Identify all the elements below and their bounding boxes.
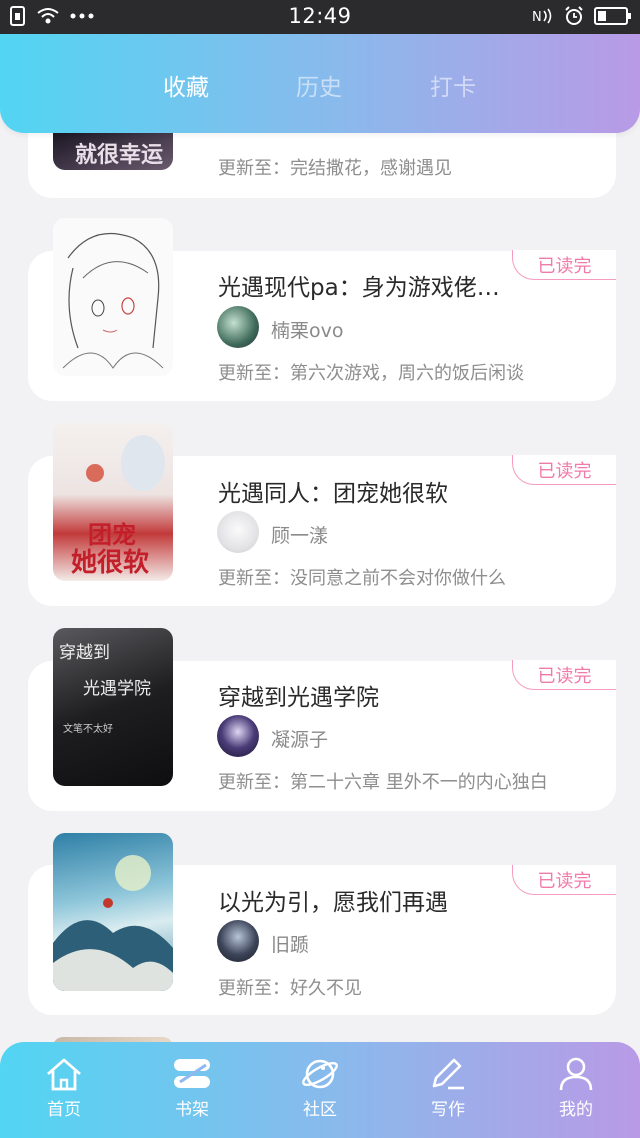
nav-label: 社区	[303, 1100, 337, 1120]
tab-history[interactable]: 历史	[296, 68, 342, 102]
top-tab-bar: 收藏 历史 打卡	[0, 32, 640, 133]
user-icon	[536, 1056, 616, 1092]
nav-write[interactable]: 写作	[408, 1056, 488, 1120]
book-cover[interactable]: 穿越到 光遇学院 文笔不太好	[53, 628, 173, 786]
cover-title-line2: 光遇学院	[83, 679, 151, 699]
author-name[interactable]: 凝源子	[271, 725, 328, 752]
nav-bookshelf[interactable]: 书架	[152, 1056, 232, 1120]
update-text: 更新至：没同意之前不会对你做什么	[218, 568, 506, 589]
nav-community[interactable]: 社区	[280, 1056, 360, 1120]
nav-label: 书架	[175, 1100, 209, 1120]
book-title[interactable]: 穿越到光遇学院	[218, 678, 379, 712]
tab-favorites[interactable]: 收藏	[163, 68, 209, 102]
read-complete-badge: 已读完	[512, 865, 616, 895]
author-avatar[interactable]	[217, 715, 259, 757]
nav-label: 首页	[47, 1100, 81, 1120]
bottom-navigation: 首页 书架 社区 写作 我的	[0, 1042, 640, 1138]
cover-subtitle: 文笔不太好	[63, 722, 113, 735]
update-text: 更新至：第六次游戏，周六的饭后闲谈	[218, 363, 524, 384]
nfc-icon: N	[532, 6, 554, 26]
pen-icon	[408, 1056, 488, 1092]
battery-icon	[594, 7, 632, 25]
book-title[interactable]: 光遇同人：团宠她很软	[218, 474, 448, 508]
update-text: 更新至：好久不见	[218, 978, 362, 999]
cover-title-line1: 团宠	[88, 520, 136, 549]
home-icon	[24, 1056, 104, 1092]
nav-me[interactable]: 我的	[536, 1056, 616, 1120]
cover-title-line2: 她很软	[71, 548, 149, 578]
nav-home[interactable]: 首页	[24, 1056, 104, 1120]
author-name[interactable]: 顾一漾	[271, 521, 328, 548]
update-text: 更新至：第二十六章 里外不一的内心独白	[218, 772, 548, 793]
read-complete-badge: 已读完	[512, 250, 616, 280]
alarm-icon	[564, 6, 584, 26]
read-complete-badge: 已读完	[512, 455, 616, 485]
author-avatar[interactable]	[217, 306, 259, 348]
book-cover[interactable]	[53, 833, 173, 991]
status-bar: 12:49 N	[0, 0, 640, 34]
read-complete-badge: 已读完	[512, 660, 616, 690]
book-title[interactable]: 光遇现代pa：身为游戏佬…	[218, 268, 500, 302]
nav-label: 我的	[559, 1100, 593, 1120]
svg-text:N: N	[532, 10, 542, 25]
update-text: 更新至：完结撒花，感谢遇见	[218, 158, 452, 179]
nav-label: 写作	[431, 1100, 465, 1120]
planet-icon	[280, 1056, 360, 1092]
author-name[interactable]: 楠栗ovo	[271, 316, 344, 343]
book-cover[interactable]	[53, 218, 173, 376]
cover-title-line1: 穿越到	[59, 643, 110, 663]
svg-text:就很幸运: 就很幸运	[75, 142, 163, 168]
author-name[interactable]: 旧踬	[271, 930, 309, 957]
author-avatar[interactable]	[217, 920, 259, 962]
bookshelf-icon	[152, 1056, 232, 1092]
author-avatar[interactable]	[217, 511, 259, 553]
book-title[interactable]: 以光为引，愿我们再遇	[218, 883, 448, 917]
book-cover[interactable]: 团宠 她很软	[53, 423, 173, 581]
tab-checkin[interactable]: 打卡	[430, 68, 476, 102]
